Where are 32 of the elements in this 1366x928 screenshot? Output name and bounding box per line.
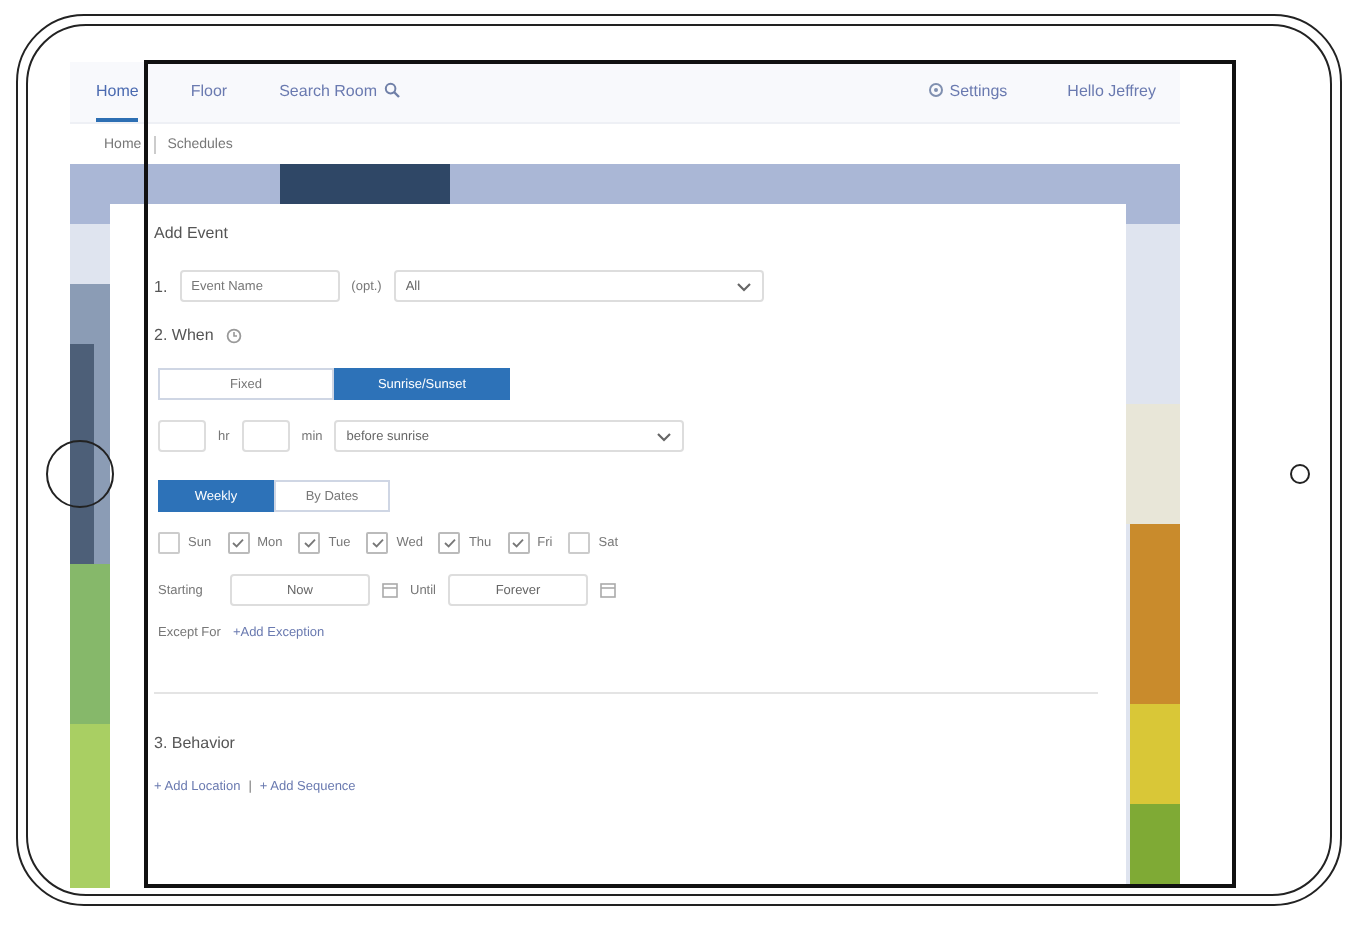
search-icon — [383, 82, 399, 98]
day-checkbox[interactable] — [507, 532, 530, 554]
camera-dot — [1290, 464, 1310, 484]
check-icon — [371, 538, 384, 548]
nav-link[interactable]: Floor — [190, 62, 228, 122]
check-icon — [512, 538, 525, 548]
day-checkbox[interactable] — [366, 532, 389, 554]
section-heading: 3. Behavior — [154, 734, 237, 752]
settings-link[interactable]: Settings — [927, 62, 1008, 122]
day-checkbox[interactable] — [158, 532, 180, 554]
day-checkbox[interactable] — [438, 532, 461, 554]
form-title: Add Event — [154, 224, 230, 242]
day-checkbox[interactable] — [568, 532, 591, 554]
gear-icon — [927, 82, 944, 98]
user-greeting[interactable]: Hello Jeffrey — [1067, 62, 1156, 122]
home-button[interactable] — [46, 440, 114, 508]
chevron-down-icon — [656, 431, 673, 441]
day-checkbox[interactable] — [298, 532, 321, 554]
check-icon — [303, 538, 316, 548]
breadcrumb-divider — [153, 135, 156, 153]
check-icon — [443, 538, 456, 548]
section-heading: 2. When — [154, 326, 214, 344]
chevron-down-icon — [735, 281, 752, 291]
minutes-field[interactable] — [241, 420, 290, 452]
day-checkbox[interactable] — [227, 532, 250, 554]
hours-field[interactable] — [158, 420, 206, 452]
step-number: 1. — [154, 277, 168, 295]
calendar-icon — [382, 582, 398, 598]
clock-icon — [225, 327, 242, 343]
check-icon — [232, 538, 245, 548]
nav-link[interactable]: Search Room — [279, 62, 399, 122]
calendar-icon — [600, 582, 617, 598]
